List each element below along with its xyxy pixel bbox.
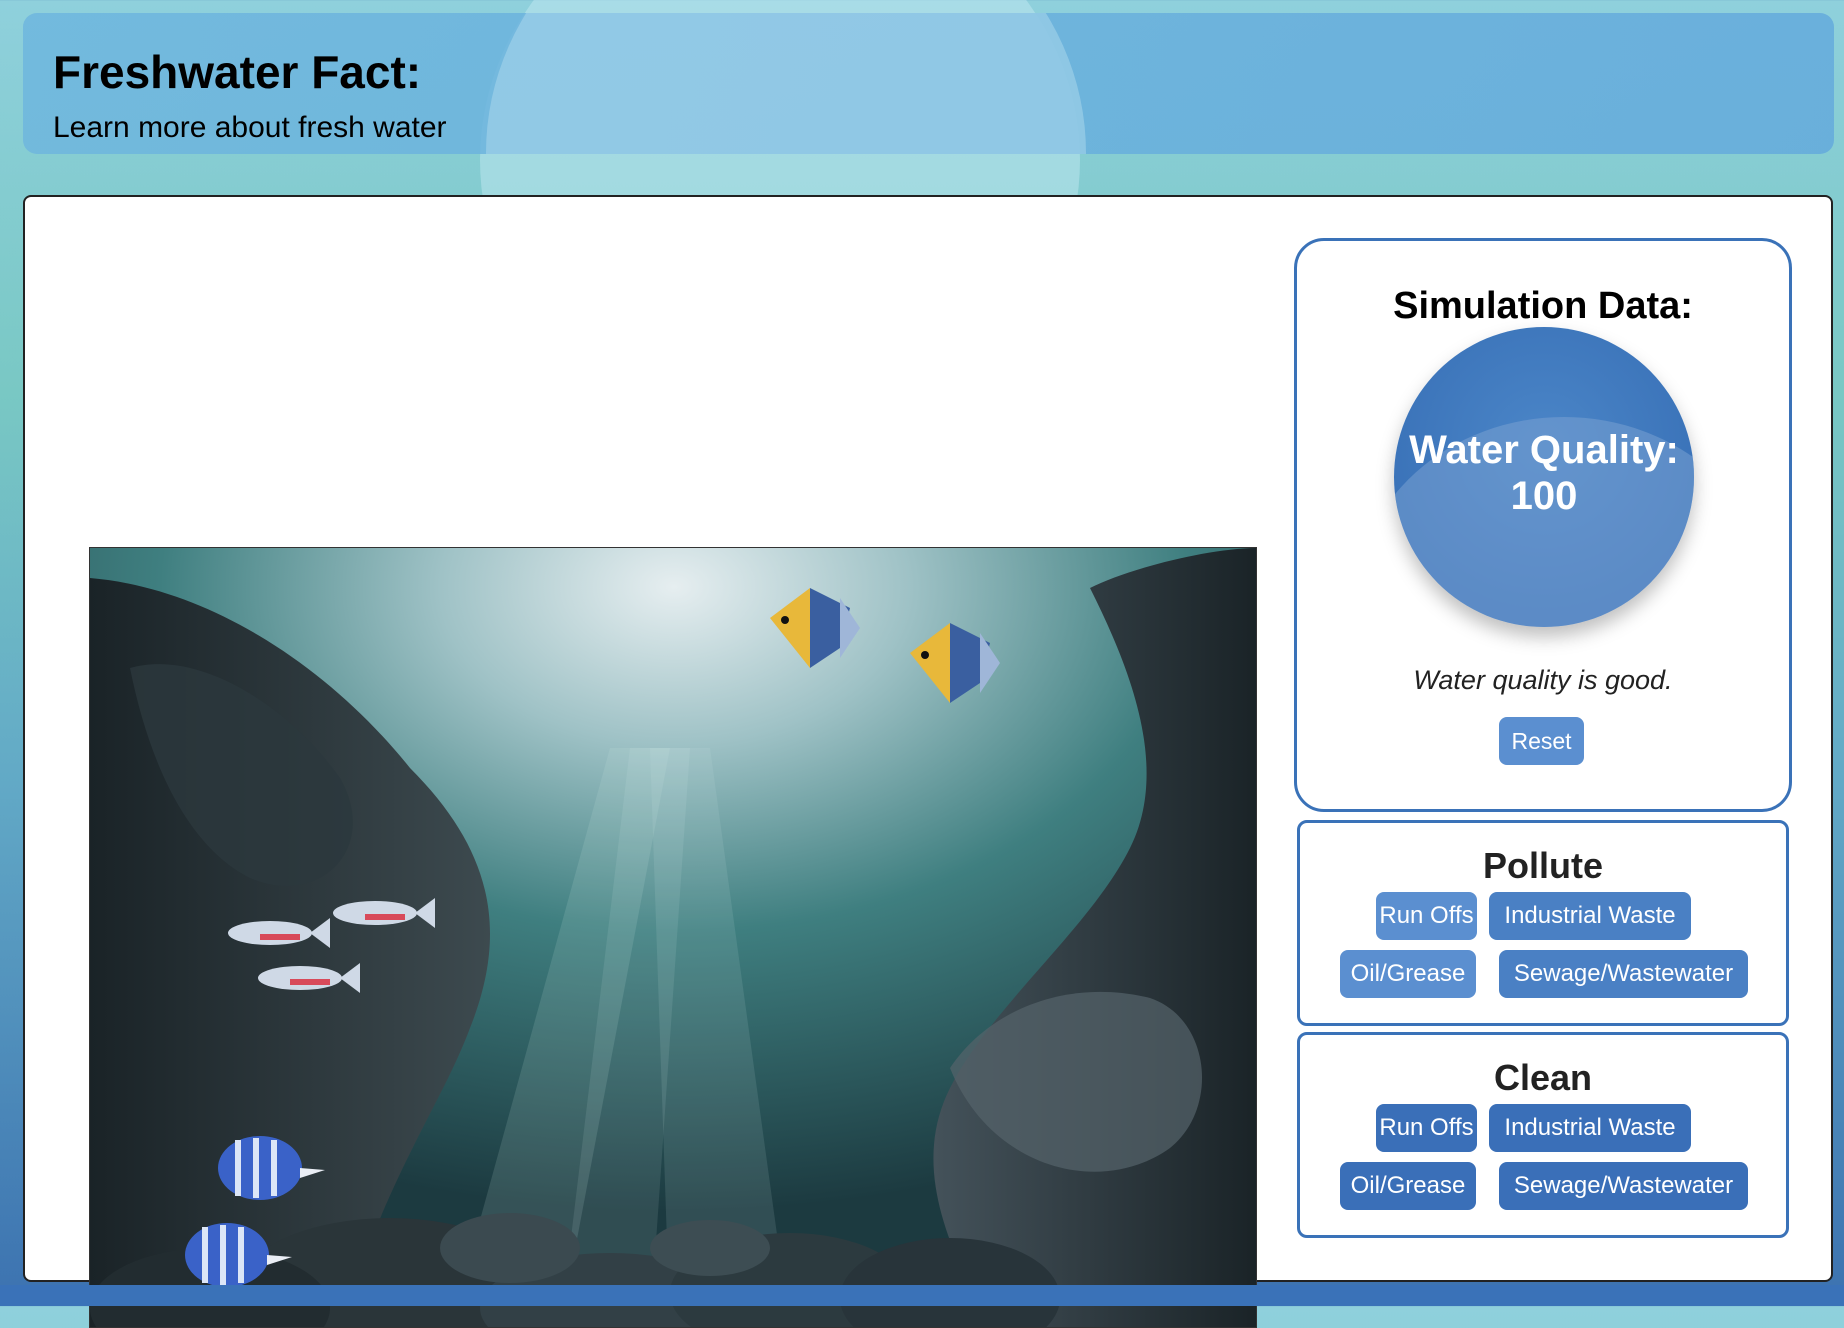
gauge-label-text: Water Quality: (1409, 428, 1679, 472)
header-banner: Freshwater Fact: Learn more about fresh … (23, 13, 1834, 154)
gauge-label: Water Quality: 100 (1394, 427, 1694, 519)
pollute-panel: Pollute Run Offs Industrial Waste Oil/Gr… (1297, 820, 1789, 1026)
simulation-panel: Simulation Data: Water Quality: 100 Wate… (1294, 238, 1792, 812)
water-quality-status: Water quality is good. (1413, 665, 1673, 695)
pollute-title: Pollute (1482, 845, 1603, 886)
pollute-sewage-button[interactable]: Sewage/Wastewater (1499, 950, 1748, 998)
gauge-value: 100 (1510, 474, 1578, 518)
clean-title: Clean (1493, 1057, 1593, 1098)
reset-button[interactable]: Reset (1499, 717, 1584, 765)
underwater-scene (89, 547, 1257, 1328)
page-title: Freshwater Fact: (53, 46, 422, 98)
pollute-industrial-waste-button[interactable]: Industrial Waste (1489, 892, 1691, 940)
clean-oil-grease-button[interactable]: Oil/Grease (1340, 1162, 1476, 1210)
clean-runoffs-button[interactable]: Run Offs (1376, 1104, 1477, 1152)
footer-bar (0, 1285, 1844, 1306)
page-subtitle: Learn more about fresh water (53, 111, 447, 144)
pollute-runoffs-button[interactable]: Run Offs (1376, 892, 1477, 940)
water-quality-gauge: Water Quality: 100 (1394, 327, 1694, 627)
clean-panel: Clean Run Offs Industrial Waste Oil/Grea… (1297, 1032, 1789, 1238)
clean-sewage-button[interactable]: Sewage/Wastewater (1499, 1162, 1748, 1210)
pollute-oil-grease-button[interactable]: Oil/Grease (1340, 950, 1476, 998)
clean-industrial-waste-button[interactable]: Industrial Waste (1489, 1104, 1691, 1152)
header-bubble (486, 13, 1086, 154)
simulation-title: Simulation Data: (1393, 285, 1693, 327)
